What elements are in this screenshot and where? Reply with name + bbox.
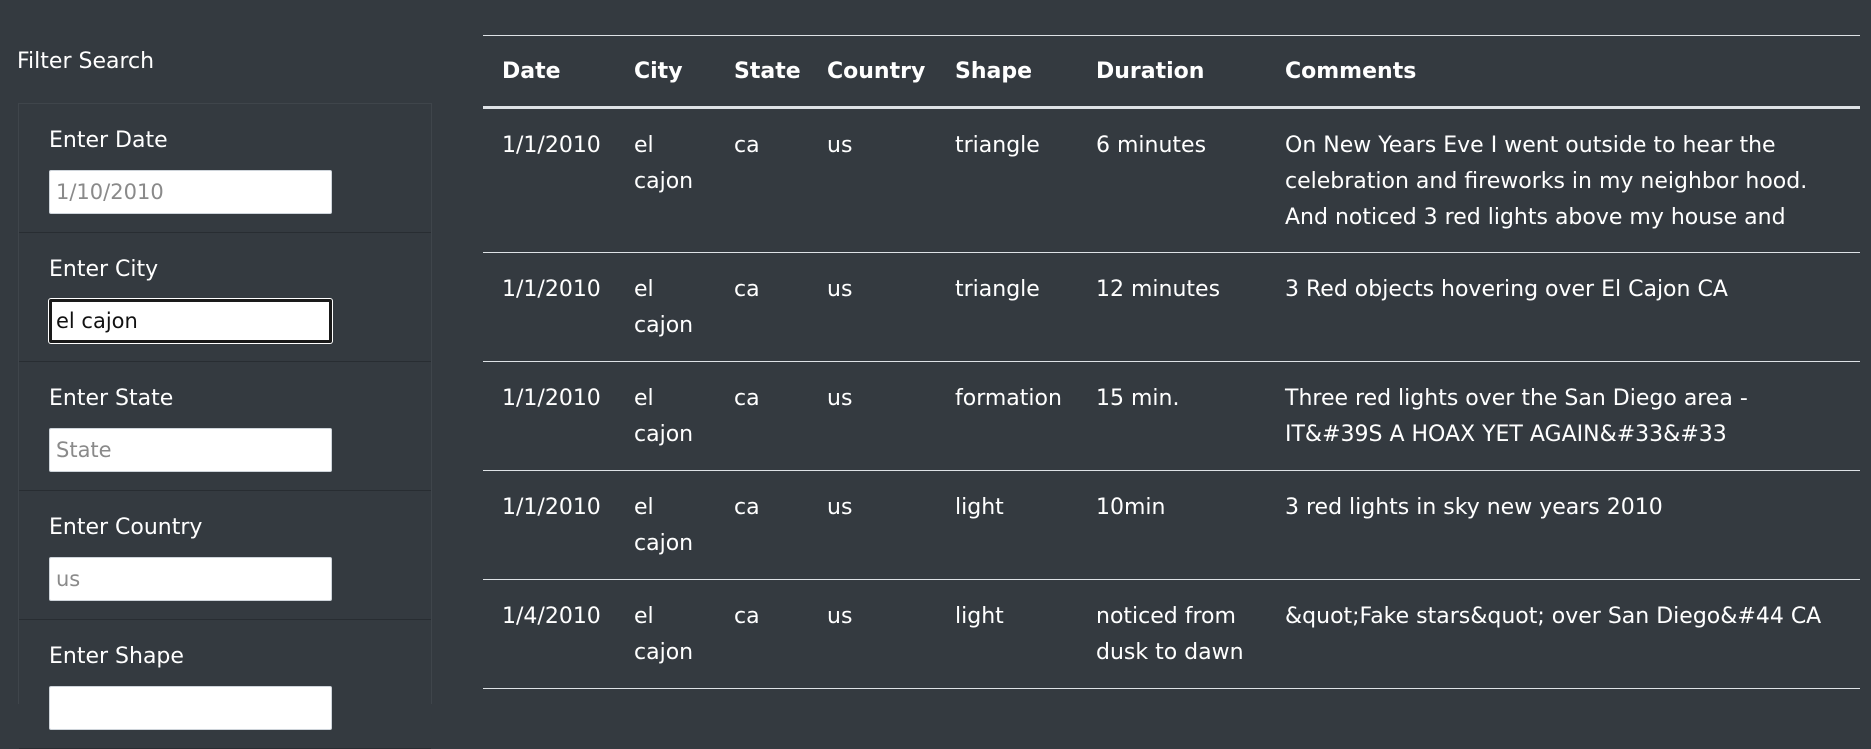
filter-sidebar: Filter Search Enter Date Enter City Ente… [0, 0, 432, 749]
cell-date: 1/4/2010 [502, 604, 601, 629]
cell-state: ca [734, 277, 760, 302]
ufo-table-container: Date City State Country Shape Duration C… [483, 35, 1860, 689]
cell-state: ca [734, 386, 760, 411]
cell-city: el cajon [634, 133, 694, 194]
country-label: Enter Country [49, 515, 203, 540]
shape-input[interactable] [49, 686, 332, 730]
cell-shape: formation [955, 386, 1062, 411]
filter-shape: Enter Shape [19, 620, 431, 749]
filter-date: Enter Date [19, 104, 431, 233]
filter-state: Enter State [19, 362, 431, 491]
cell-date: 1/1/2010 [502, 133, 601, 158]
cell-duration: 12 minutes [1096, 277, 1221, 302]
cell-duration: noticed from dusk to dawn [1096, 604, 1244, 665]
header-country: Country [827, 58, 926, 84]
header-comments: Comments [1285, 58, 1417, 84]
header-date: Date [502, 58, 561, 84]
cell-duration: 15 min. [1096, 386, 1180, 411]
cell-shape: light [955, 495, 1004, 520]
cell-comments: On New Years Eve I went outside to hear … [1285, 133, 1808, 230]
cell-state: ca [734, 495, 760, 520]
table-row: 1/1/2010 el cajon ca us triangle 6 minut… [483, 108, 1860, 253]
table-header-row: Date City State Country Shape Duration C… [483, 35, 1860, 108]
cell-duration: 10min [1096, 495, 1166, 520]
filter-city: Enter City [19, 233, 431, 362]
cell-state: ca [734, 604, 760, 629]
city-input[interactable] [49, 299, 332, 343]
cell-comments: Three red lights over the San Diego area… [1285, 386, 1748, 447]
cell-comments: 3 red lights in sky new years 2010 [1285, 495, 1663, 520]
cell-country: us [827, 277, 853, 302]
header-city: City [634, 58, 683, 84]
cell-country: us [827, 495, 853, 520]
cell-city: el cajon [634, 386, 694, 447]
table-row: 1/4/2010 el cajon ca us light noticed fr… [483, 580, 1860, 689]
cell-city: el cajon [634, 604, 694, 665]
cell-shape: triangle [955, 133, 1040, 158]
cell-country: us [827, 133, 853, 158]
filter-list: Enter Date Enter City Enter State Enter … [18, 103, 432, 749]
cell-comments: 3 Red objects hovering over El Cajon CA [1285, 277, 1728, 302]
cell-shape: light [955, 604, 1004, 629]
cell-date: 1/1/2010 [502, 277, 601, 302]
table-row: 1/1/2010 el cajon ca us triangle 12 minu… [483, 253, 1860, 362]
cell-date: 1/1/2010 [502, 495, 601, 520]
cell-duration: 6 minutes [1096, 133, 1207, 158]
city-label: Enter City [49, 257, 159, 282]
table-row: 1/1/2010 el cajon ca us formation 15 min… [483, 362, 1860, 471]
date-label: Enter Date [49, 128, 168, 153]
header-duration: Duration [1096, 58, 1205, 84]
filter-search-title: Filter Search [17, 49, 155, 74]
cell-shape: triangle [955, 277, 1040, 302]
cell-state: ca [734, 133, 760, 158]
header-shape: Shape [955, 58, 1033, 84]
cell-country: us [827, 386, 853, 411]
country-input[interactable] [49, 557, 332, 601]
ufo-sightings-table: Date City State Country Shape Duration C… [483, 35, 1860, 689]
table-row: 1/1/2010 el cajon ca us light 10min 3 re… [483, 471, 1860, 580]
date-input[interactable] [49, 170, 332, 214]
filter-country: Enter Country [19, 491, 431, 620]
header-state: State [734, 58, 801, 84]
cell-country: us [827, 604, 853, 629]
state-label: Enter State [49, 386, 174, 411]
state-input[interactable] [49, 428, 332, 472]
cell-comments: &quot;Fake stars&quot; over San Diego&#4… [1285, 604, 1822, 629]
cell-city: el cajon [634, 495, 694, 556]
cell-date: 1/1/2010 [502, 386, 601, 411]
shape-label: Enter Shape [49, 644, 184, 669]
cell-city: el cajon [634, 277, 694, 338]
